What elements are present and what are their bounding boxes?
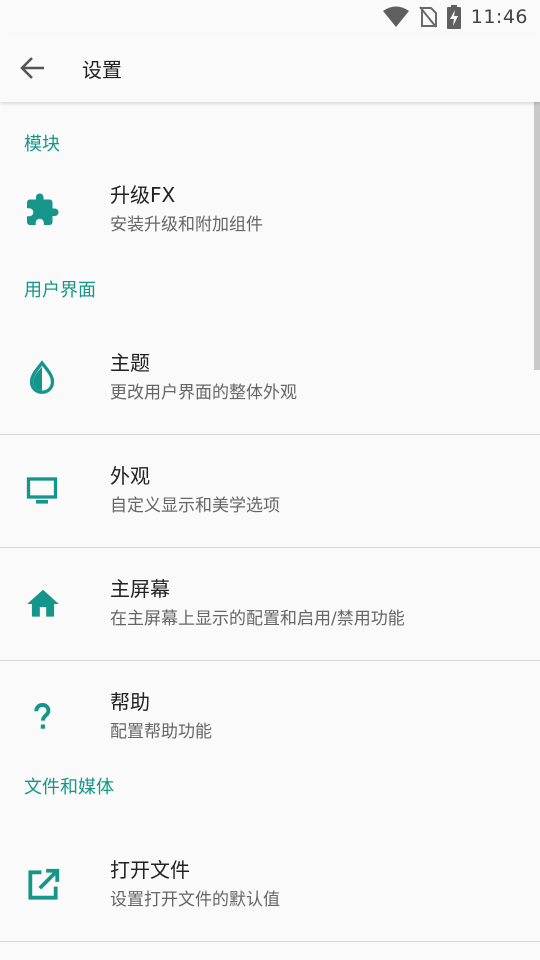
setting-summary: 自定义显示和美学选项 (110, 496, 280, 516)
water-drop-icon (29, 360, 55, 394)
section-header-files: 文件和媒体 (24, 777, 114, 798)
setting-item-theme[interactable]: 主题 更改用户界面的整体外观 (0, 322, 540, 434)
divider (0, 941, 540, 942)
setting-title: 帮助 (110, 690, 150, 714)
setting-title: 升级FX (110, 183, 176, 207)
setting-item-open-files[interactable]: 打开文件 设置打开文件的默认值 (0, 829, 540, 941)
setting-title: 主屏幕 (110, 577, 170, 601)
setting-item-upgrade[interactable]: 升级FX 安装升级和附加组件 (0, 154, 540, 266)
monitor-icon (26, 477, 58, 504)
setting-title: 打开文件 (110, 858, 190, 882)
section-header-modules: 模块 (24, 134, 60, 155)
settings-list[interactable]: 模块 升级FX 安装升级和附加组件 用户界面 主题 更改用户界面的整体外观 外观… (0, 102, 540, 960)
home-icon (27, 589, 59, 617)
battery-charging-icon (446, 5, 461, 29)
setting-summary: 设置打开文件的默认值 (110, 890, 280, 910)
setting-title: 主题 (110, 351, 150, 375)
page-title: 设置 (82, 57, 122, 82)
wifi-icon (382, 6, 409, 27)
setting-item-appearance[interactable]: 外观 自定义显示和美学选项 (0, 435, 540, 547)
question-icon (34, 703, 51, 729)
puzzle-icon (27, 193, 59, 225)
setting-summary: 在主屏幕上显示的配置和启用/禁用功能 (110, 609, 405, 629)
setting-summary: 安装升级和附加组件 (110, 215, 263, 235)
no-sim-icon (418, 6, 437, 28)
status-clock: 11:46 (470, 6, 528, 28)
arrow-back-icon (20, 57, 44, 79)
status-bar: 11:46 (0, 0, 540, 34)
app-bar: 设置 (0, 34, 540, 102)
setting-item-home[interactable]: 主屏幕 在主屏幕上显示的配置和启用/禁用功能 (0, 548, 540, 660)
setting-summary: 更改用户界面的整体外观 (110, 383, 297, 403)
open-external-icon (28, 868, 60, 900)
setting-item-help[interactable]: 帮助 配置帮助功能 (0, 661, 540, 773)
section-header-ui: 用户界面 (24, 280, 96, 301)
setting-title: 外观 (110, 464, 150, 488)
back-button[interactable] (0, 34, 66, 102)
setting-summary: 配置帮助功能 (110, 722, 212, 742)
